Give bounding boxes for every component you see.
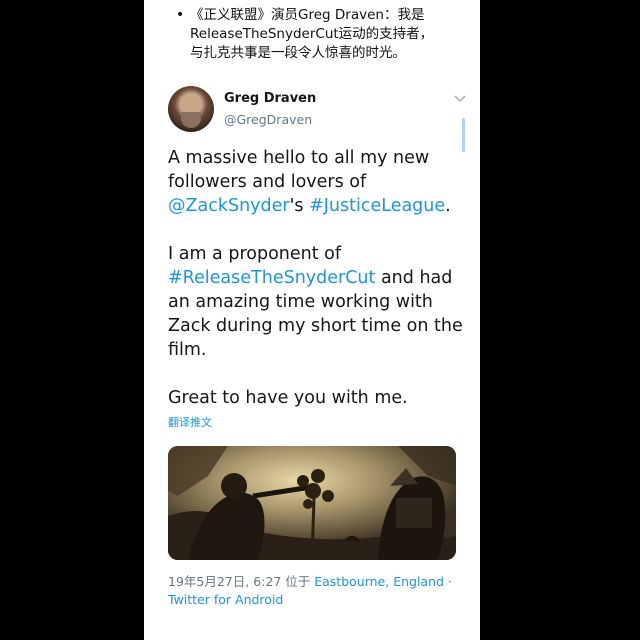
- tweet-header: Greg Draven @GregDraven: [168, 86, 468, 136]
- tweet-paragraph-2: I am a proponent of #ReleaseTheSnyderCut…: [168, 242, 464, 362]
- avatar-beard-shape: [181, 112, 201, 128]
- avatar[interactable]: [168, 86, 214, 132]
- bullet-line-1: 《正义联盟》演员Greg Draven：我是: [190, 7, 425, 23]
- source-app-link[interactable]: Twitter for Android: [168, 592, 283, 607]
- media-image[interactable]: [168, 446, 456, 560]
- hashtag-link[interactable]: #ReleaseTheSnyderCut: [168, 268, 375, 288]
- tweet-screenshot-panel: • 《正义联盟》演员Greg Draven：我是 ReleaseTheSnyde…: [144, 0, 480, 640]
- chevron-down-icon[interactable]: [452, 90, 468, 106]
- tweet-paragraph-3: Great to have you with me.: [168, 388, 408, 408]
- tweet-text-segment: 's: [289, 196, 310, 216]
- tweet-paragraph-1: A massive hello to all my new followers …: [168, 146, 464, 218]
- bullet-dot: •: [176, 7, 185, 23]
- timestamp[interactable]: 19年5月27日, 6:27 位于: [168, 574, 314, 589]
- author-name[interactable]: Greg Draven: [224, 91, 316, 106]
- bullet-line-2: ReleaseTheSnyderCut运动的支持者，: [190, 26, 434, 42]
- bullet-line-3: 与扎克共事是一段令人惊喜的时光。: [190, 45, 406, 61]
- separator: ·: [443, 574, 452, 589]
- translate-tweet-link[interactable]: 翻译推文: [168, 414, 212, 430]
- mention-link[interactable]: @ZackSnyder: [168, 196, 290, 216]
- author-handle[interactable]: @GregDraven: [224, 112, 312, 127]
- location-link[interactable]: Eastbourne, England: [314, 574, 444, 589]
- tweet-text-segment: .: [445, 196, 451, 216]
- tweet-metadata: 19年5月27日, 6:27 位于 Eastbourne, England · …: [168, 573, 458, 609]
- tweet-text-segment: I am a proponent of: [168, 244, 342, 264]
- tweet-text-segment: A massive hello to all my new followers …: [168, 148, 430, 192]
- hashtag-link[interactable]: #JusticeLeague: [309, 196, 445, 216]
- tweet-text: A massive hello to all my new followers …: [168, 146, 464, 434]
- article-bullet-item: • 《正义联盟》演员Greg Draven：我是 ReleaseTheSnyde…: [174, 6, 480, 63]
- video-still-image: [168, 446, 456, 560]
